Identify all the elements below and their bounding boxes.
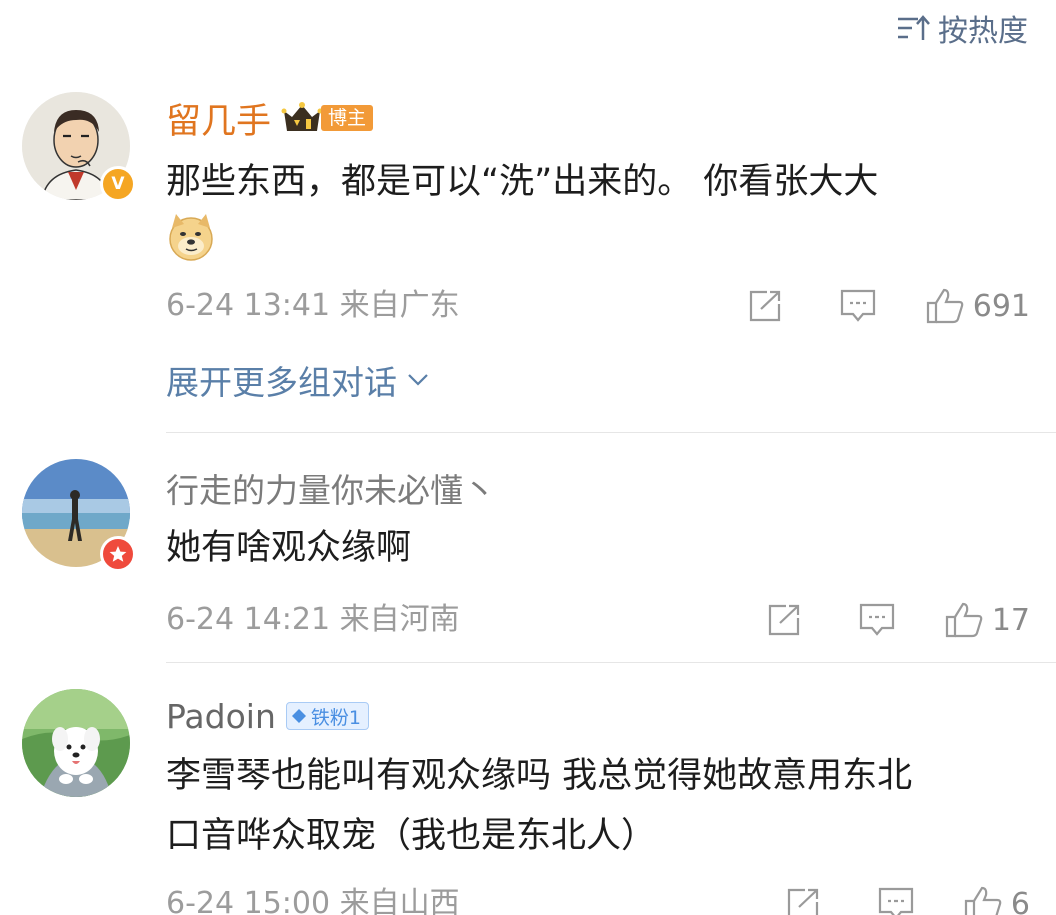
comment-text-line: 李雪琴也能叫有观众缘吗 我总觉得她故意用东北 bbox=[166, 756, 913, 796]
comment-meta: 6-24 13:41 来自广东 bbox=[166, 284, 460, 328]
share-icon bbox=[768, 604, 799, 636]
author-name[interactable]: Padoin bbox=[166, 697, 276, 736]
comment-time: 6-24 13:41 bbox=[166, 288, 331, 323]
reply-button[interactable] bbox=[839, 288, 877, 324]
member-badge-icon bbox=[100, 536, 136, 572]
comment-actions: 691 bbox=[747, 284, 1030, 328]
chevron-down-icon bbox=[408, 374, 428, 386]
author-line: Padoin 铁粉1 bbox=[166, 692, 369, 740]
comment-text-line: 那些东西，都是可以“洗”出来的。 你看张大大 bbox=[166, 162, 879, 202]
comment-time: 6-24 15:00 bbox=[166, 886, 331, 915]
share-icon bbox=[787, 888, 819, 915]
comment-icon bbox=[878, 887, 914, 915]
thumbs-up-icon bbox=[926, 288, 964, 324]
divider bbox=[166, 662, 1056, 663]
author-name[interactable]: 行走的力量你未必懂丶 bbox=[166, 464, 496, 512]
author-name[interactable]: 留几手 bbox=[166, 93, 271, 144]
author-line: 留几手 博主 bbox=[166, 93, 374, 144]
comment-time: 6-24 14:21 bbox=[166, 602, 331, 637]
comment-location: 来自广东 bbox=[339, 288, 460, 323]
sort-by-hot-button[interactable]: 按热度 bbox=[896, 8, 1028, 49]
comment-text: 李雪琴也能叫有观众缘吗 我总觉得她故意用东北 口音哗众取宠（我也是东北人） bbox=[166, 746, 1036, 866]
comment-actions: 17 bbox=[766, 598, 1030, 642]
fan-level-badge: 铁粉1 bbox=[285, 702, 369, 730]
host-label: 博主 bbox=[321, 105, 374, 131]
comment-emoji-line bbox=[166, 212, 1036, 278]
share-button[interactable] bbox=[785, 887, 821, 915]
reply-button[interactable] bbox=[877, 886, 915, 915]
expand-label: 展开更多组对话 bbox=[166, 363, 397, 402]
comment-text-line: 她有啥观众缘啊 bbox=[166, 528, 412, 568]
like-button[interactable]: 17 bbox=[944, 601, 1030, 639]
fan-badge-label: 铁粉1 bbox=[310, 706, 361, 729]
like-count: 6 bbox=[1010, 886, 1030, 915]
comment-meta: 6-24 15:00 来自山西 bbox=[166, 882, 460, 915]
expand-more-replies-link[interactable]: 展开更多组对话 bbox=[166, 356, 429, 404]
thumbs-up-icon bbox=[964, 886, 1002, 915]
like-button[interactable]: 691 bbox=[925, 287, 1030, 325]
comment-icon bbox=[840, 289, 875, 322]
comment-meta: 6-24 14:21 来自河南 bbox=[166, 598, 460, 642]
thumbs-up-icon bbox=[945, 602, 983, 638]
host-badge: 博主 bbox=[281, 101, 374, 135]
like-count: 17 bbox=[991, 602, 1030, 638]
doge-emoji-icon bbox=[166, 212, 216, 281]
crown-icon bbox=[281, 102, 323, 131]
like-button[interactable]: 6 bbox=[963, 885, 1030, 915]
comment-location: 来自山西 bbox=[339, 886, 460, 915]
share-button[interactable] bbox=[747, 289, 783, 323]
sort-label: 按热度 bbox=[938, 14, 1028, 49]
avatar[interactable] bbox=[22, 689, 130, 797]
comment-text: 她有啥观众缘啊 bbox=[166, 518, 1036, 578]
comments-page: 按热度 V 留几手 博主 那些东西，都是可以“洗”出来的。 你看张大大 6-24… bbox=[0, 0, 1056, 915]
share-icon bbox=[749, 290, 780, 322]
comment-text: 那些东西，都是可以“洗”出来的。 你看张大大 bbox=[166, 152, 1036, 278]
comment-icon bbox=[859, 603, 894, 636]
comment-location: 来自河南 bbox=[339, 602, 460, 637]
author-line: 行走的力量你未必懂丶 bbox=[166, 464, 496, 512]
reply-button[interactable] bbox=[858, 602, 896, 638]
verified-badge-icon: V bbox=[100, 166, 136, 202]
sort-icon bbox=[896, 13, 930, 43]
divider bbox=[166, 432, 1056, 433]
like-count: 691 bbox=[972, 288, 1030, 324]
comment-text-line: 口音哗众取宠（我也是东北人） bbox=[166, 816, 657, 856]
share-button[interactable] bbox=[766, 603, 802, 637]
comment-actions: 6 bbox=[785, 882, 1030, 915]
diamond-icon bbox=[291, 709, 306, 723]
